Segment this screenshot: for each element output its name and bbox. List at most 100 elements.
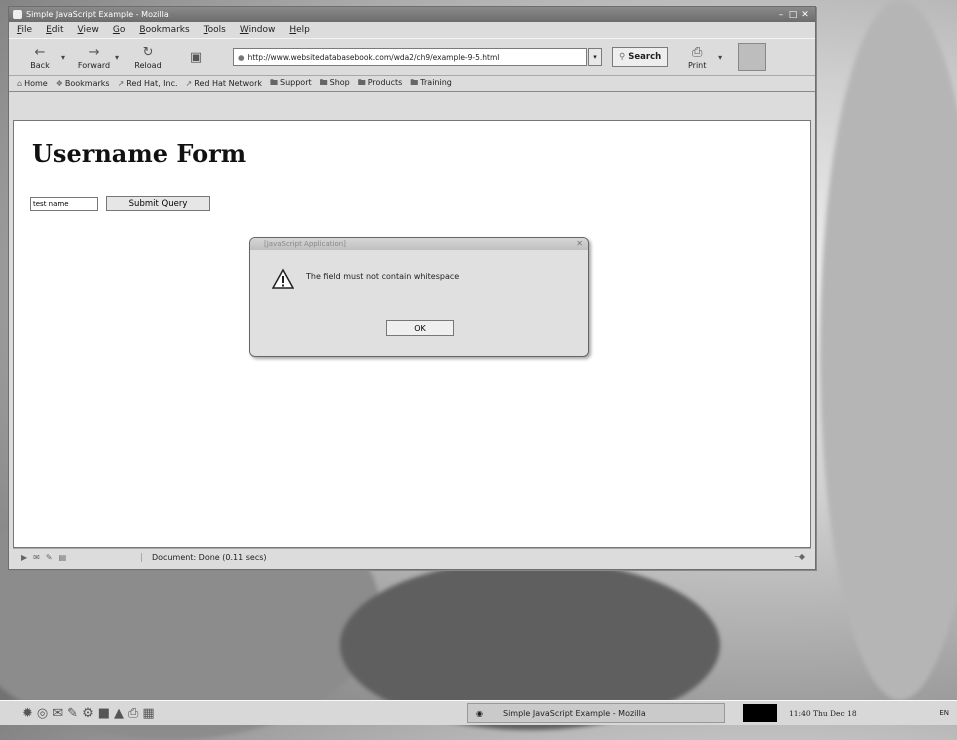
menu-window[interactable]: Window (240, 25, 276, 35)
window-titlebar[interactable]: Simple JavaScript Example - Mozilla – □ … (9, 7, 815, 22)
back-dropdown-icon[interactable]: ▾ (61, 53, 65, 62)
stop-icon: ▣ (189, 49, 203, 65)
print-dropdown-icon[interactable]: ▾ (718, 53, 722, 62)
navigation-toolbar: ← Back ▾ → Forward ▾ ↻ Reload ▣ ● http:/… (9, 38, 815, 76)
status-icons: ▶ ✉ ✎ ▤ (13, 553, 141, 562)
throbber-icon[interactable] (738, 43, 767, 71)
dialog-message: The field must not contain whitespace (306, 272, 460, 281)
status-bar: ▶ ✉ ✎ ▤ Document: Done (0.11 secs) ⎯◆ (13, 548, 811, 565)
quick-launch: ✹ ◎ ✉ ✎ ⚙ ■ ▲ ⎙ ▦ (0, 706, 422, 721)
bookmark-redhat-network[interactable]: ↗ Red Hat Network (186, 79, 262, 88)
window-menu-icon[interactable] (13, 10, 22, 19)
page-icon: ● (238, 52, 245, 62)
back-arrow-icon: ← (34, 45, 46, 60)
terminal-icon[interactable] (743, 704, 777, 722)
taskbar-task-mozilla[interactable]: ◉ Simple JavaScript Example - Mozilla (467, 703, 725, 723)
bookmarks-toolbar: ⌂ Home ❖ Bookmarks ↗ Red Hat, Inc. ↗ Red Hat… (9, 76, 815, 92)
composer-icon[interactable]: ✎ (46, 553, 53, 562)
menu-go[interactable]: Go (113, 25, 126, 35)
page-title: Username Form (32, 139, 247, 168)
bookmark-home[interactable]: ⌂ Home (17, 79, 48, 88)
mail-launcher-icon[interactable]: ✉ (52, 706, 63, 721)
menu-help[interactable]: Help (289, 25, 310, 35)
home-icon: ⌂ (17, 79, 23, 88)
office-launcher-icon[interactable]: ✎ (67, 706, 78, 721)
forward-button[interactable]: → Forward (75, 45, 113, 70)
bookmark-label: Home (24, 79, 48, 88)
submit-query-button[interactable]: Submit Query (106, 196, 210, 211)
bookmarks-icon: ❖ (55, 79, 63, 88)
forward-label: Forward (77, 60, 111, 70)
security-lock-icon: ⎯◆ (794, 552, 805, 561)
username-form: Submit Query (30, 196, 210, 211)
browser-launcher-icon[interactable]: ◎ (37, 706, 48, 721)
window-title: Simple JavaScript Example - Mozilla (26, 10, 169, 19)
printer-icon: ⎙ (691, 45, 703, 60)
clock[interactable]: 11:40 Thu Dec 18 (789, 709, 857, 718)
dialog-close-icon[interactable]: ✕ (576, 239, 583, 248)
bookmark-label: Support (280, 77, 312, 87)
url-history-dropdown[interactable]: ▾ (588, 48, 603, 66)
minimize-button[interactable]: – (775, 10, 787, 20)
bookmark-shop[interactable]: 🖿 Shop (320, 77, 350, 91)
forward-arrow-icon: → (88, 45, 100, 60)
reload-label: Reload (134, 60, 162, 70)
reload-button[interactable]: ↻ Reload (129, 45, 167, 70)
folder-icon: 🖿 (270, 77, 278, 87)
bookmark-support[interactable]: 🖿 Support (270, 77, 312, 91)
bookmark-label: Products (367, 77, 403, 87)
bookmark-label: Red Hat Network (194, 79, 262, 88)
menu-tools[interactable]: Tools (204, 25, 226, 35)
folder-icon: 🖿 (410, 77, 419, 87)
url-text: http://www.websitedatabasebook.com/wda2/… (247, 52, 500, 62)
warning-icon (272, 268, 294, 289)
stop-button[interactable]: ▣ (177, 49, 215, 65)
back-button[interactable]: ← Back (21, 45, 59, 70)
forward-dropdown-icon[interactable]: ▾ (115, 53, 119, 62)
url-field[interactable]: ● http://www.websitedatabasebook.com/wda… (233, 48, 588, 66)
maximize-button[interactable]: □ (787, 10, 799, 20)
folder-icon: 🖿 (319, 77, 328, 87)
bookmark-label: Bookmarks (64, 79, 110, 88)
mozilla-task-icon: ◉ (476, 708, 483, 718)
app-launcher-icon[interactable]: ▲ (114, 706, 124, 721)
link-icon: ↗ (185, 79, 193, 88)
search-icon: ⚲ (619, 52, 626, 62)
status-text: Document: Done (0.11 secs) (141, 552, 755, 562)
menu-edit[interactable]: Edit (46, 25, 63, 35)
menu-bookmarks[interactable]: Bookmarks (139, 25, 189, 35)
ok-button[interactable]: OK (386, 320, 454, 336)
desktop-wallpaper-patch (820, 0, 957, 700)
bookmark-label: Shop (329, 77, 350, 87)
menu-bar: File Edit View Go Bookmarks Tools Window… (9, 22, 815, 38)
search-button[interactable]: ⚲ Search (612, 47, 669, 67)
app-launcher-icon[interactable]: ⚙ (82, 706, 94, 721)
menu-file[interactable]: File (17, 25, 32, 35)
reload-icon: ↻ (142, 45, 154, 60)
navigator-icon[interactable]: ▶ (21, 553, 27, 562)
username-input[interactable] (30, 196, 98, 211)
dialog-title[interactable]: [JavaScript Application] (250, 238, 588, 250)
mail-icon[interactable]: ✉ (33, 553, 40, 562)
start-menu-icon[interactable]: ✹ (22, 706, 33, 721)
keyboard-layout-indicator[interactable]: EN (939, 709, 957, 717)
workspace-switcher-icon[interactable]: ▦ (142, 706, 154, 721)
app-launcher-icon[interactable]: ■ (98, 706, 110, 721)
address-book-icon[interactable]: ▤ (59, 553, 67, 562)
bookmark-products[interactable]: 🖿 Products (358, 77, 403, 91)
bookmark-label: Training (420, 77, 452, 87)
menu-view[interactable]: View (78, 25, 99, 35)
printer-launcher-icon[interactable]: ⎙ (128, 706, 138, 721)
bookmark-bookmarks[interactable]: ❖ Bookmarks (56, 79, 110, 88)
task-label: Simple JavaScript Example - Mozilla (502, 708, 646, 718)
folder-icon: 🖿 (357, 77, 366, 87)
bookmark-training[interactable]: 🖿 Training (410, 77, 452, 91)
back-label: Back (30, 60, 50, 70)
close-button[interactable]: ✕ (799, 10, 811, 20)
print-button[interactable]: ⎙ Print (678, 45, 716, 70)
bookmark-label: Red Hat, Inc. (126, 79, 178, 88)
browser-window: Simple JavaScript Example - Mozilla – □ … (8, 6, 816, 570)
bookmark-redhat[interactable]: ↗ Red Hat, Inc. (118, 79, 178, 88)
taskbar: ✹ ◎ ✉ ✎ ⚙ ■ ▲ ⎙ ▦ ◉ Simple JavaScript Ex… (0, 700, 957, 725)
alert-dialog: [JavaScript Application] ✕ The field mus… (249, 237, 589, 357)
